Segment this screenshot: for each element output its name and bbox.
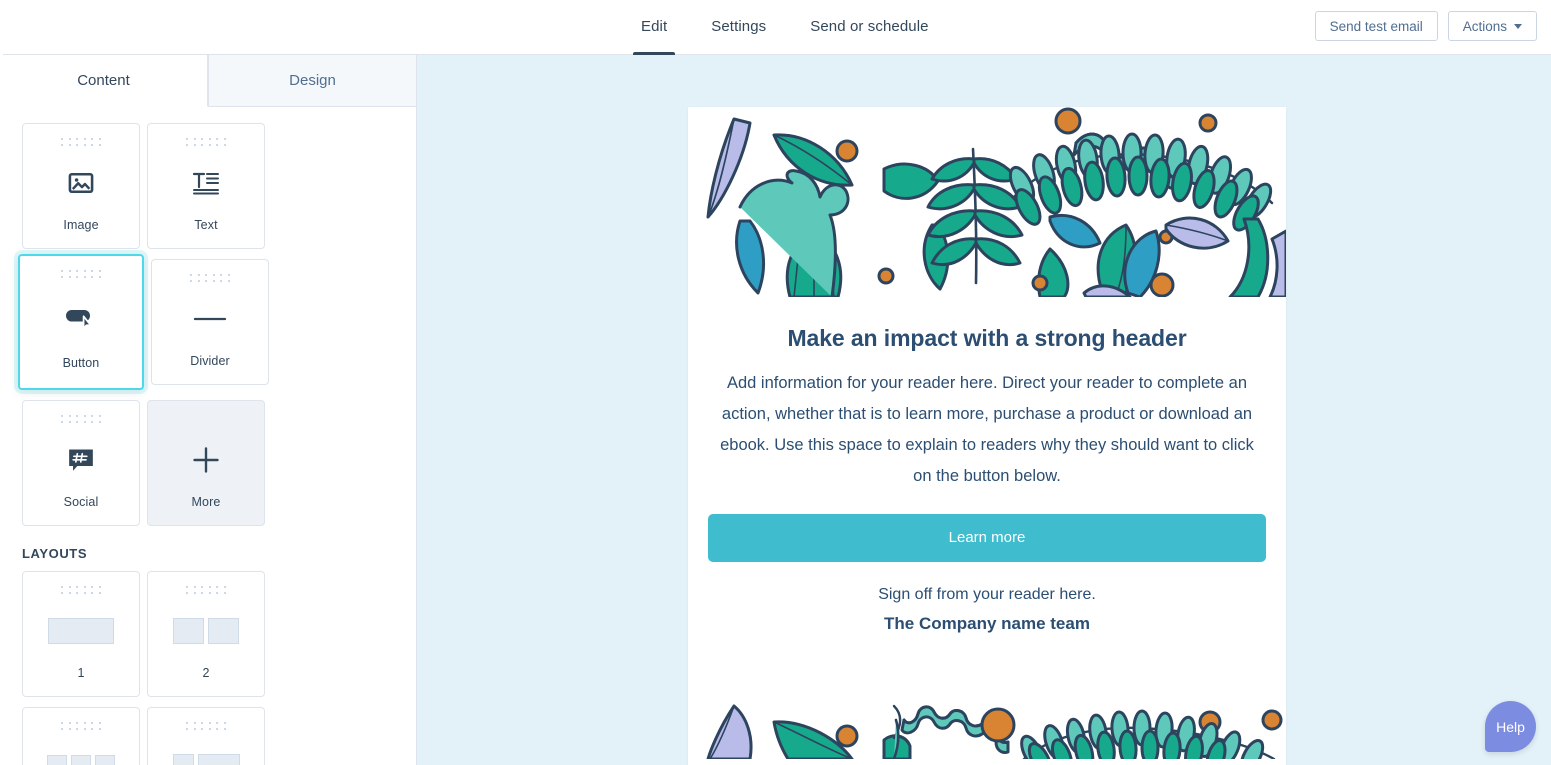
module-card-more-label: More (191, 495, 221, 509)
drag-handle-icon[interactable] (184, 136, 228, 147)
email-document: Make an impact with a strong header Add … (688, 107, 1286, 765)
layout-card-2[interactable]: 2 (147, 571, 265, 697)
module-card-social[interactable]: Social (22, 400, 140, 526)
email-body: Make an impact with a strong header Add … (688, 297, 1286, 664)
drag-handle-icon[interactable] (184, 720, 228, 731)
help-button-label: Help (1496, 718, 1525, 735)
module-card-divider-label: Divider (190, 354, 230, 368)
botanical-art-bottom (706, 704, 1283, 759)
sidebar-body: Image Text Button Divider Social More LA… (0, 107, 416, 765)
layout-column (208, 617, 239, 644)
top-bar-actions: Send test email Actions (1314, 11, 1537, 41)
hero-illustration (688, 107, 1286, 297)
module-card-image-label: Image (63, 218, 99, 232)
send-test-email-button[interactable]: Send test email (1314, 11, 1438, 41)
sidebar-tab-design[interactable]: Design (208, 55, 416, 107)
drag-handle-icon[interactable] (59, 584, 103, 595)
layout-column (48, 617, 114, 644)
drag-handle-icon[interactable] (59, 136, 103, 147)
layout-card-grid: 1 2 (22, 571, 394, 765)
email-paragraph[interactable]: Add information for your reader here. Di… (708, 368, 1266, 492)
email-heading[interactable]: Make an impact with a strong header (708, 325, 1266, 352)
footer-illustration (688, 664, 1286, 759)
button-icon (64, 279, 98, 356)
send-test-email-label: Send test email (1329, 18, 1423, 34)
drag-handle-icon[interactable] (184, 584, 228, 595)
learn-more-cta-button[interactable]: Learn more (708, 514, 1266, 562)
layout-card-3[interactable]: 3 (22, 707, 140, 765)
actions-label: Actions (1462, 18, 1507, 34)
chevron-down-icon (1514, 23, 1522, 29)
drag-handle-icon[interactable] (59, 413, 103, 424)
tab-send-or-schedule-label: Send or schedule (810, 18, 929, 35)
drag-handle-icon[interactable] (59, 268, 103, 279)
layout-column (173, 617, 204, 644)
plus-icon (191, 424, 221, 495)
sidebar-tab-content[interactable]: Content (0, 55, 208, 107)
layout-column (197, 753, 240, 765)
tab-settings-label: Settings (711, 18, 767, 35)
tab-send-or-schedule[interactable]: Send or schedule (788, 0, 950, 55)
help-button[interactable]: Help (1485, 701, 1536, 752)
drag-handle-icon[interactable] (188, 272, 232, 283)
email-signoff[interactable]: Sign off from your reader here. (708, 586, 1266, 604)
actions-button[interactable]: Actions (1447, 11, 1537, 41)
layouts-heading: LAYOUTS (22, 546, 88, 561)
left-edge-rail (0, 0, 3, 765)
module-card-more[interactable]: More (147, 400, 265, 526)
layout-preview (47, 731, 115, 765)
layout-column (95, 754, 115, 765)
module-card-grid: Image Text Button Divider Social More (18, 123, 394, 536)
social-icon (67, 424, 95, 495)
text-icon (191, 147, 221, 218)
layout-card-1-label: 1 (77, 666, 85, 680)
email-preview-canvas: Make an impact with a strong header Add … (417, 55, 1551, 765)
tab-settings[interactable]: Settings (689, 0, 788, 55)
divider-icon (193, 283, 227, 354)
module-card-social-label: Social (63, 495, 99, 509)
layout-preview (172, 731, 240, 765)
drag-handle-icon[interactable] (59, 720, 103, 731)
layout-preview (173, 595, 239, 666)
tab-edit-label: Edit (641, 18, 668, 35)
layout-column (47, 754, 67, 765)
top-nav-tabs: Edit Settings Send or schedule (619, 0, 951, 55)
sidebar-tab-design-label: Design (289, 72, 336, 89)
email-signature[interactable]: The Company name team (708, 614, 1266, 664)
layout-column (71, 754, 91, 765)
sidebar-tabs: Content Design (0, 55, 416, 107)
botanical-art-top (706, 107, 1286, 297)
module-card-text-label: Text (194, 218, 218, 232)
module-card-button[interactable]: Button (18, 254, 144, 390)
top-bar: Edit Settings Send or schedule Send test… (0, 0, 1551, 55)
editor-sidebar: Content Design Image Text Button Divider… (0, 55, 417, 765)
layout-column (172, 753, 194, 765)
image-icon (67, 147, 95, 218)
layout-preview (48, 595, 114, 666)
tab-edit[interactable]: Edit (619, 0, 689, 55)
sidebar-tab-content-label: Content (77, 72, 130, 89)
email-editor-app: Edit Settings Send or schedule Send test… (0, 0, 1551, 765)
module-card-image[interactable]: Image (22, 123, 140, 249)
module-card-text[interactable]: Text (147, 123, 265, 249)
layout-card-1-3-2-3[interactable]: 1/3 : 2/3 (147, 707, 265, 765)
layout-card-1[interactable]: 1 (22, 571, 140, 697)
module-card-button-label: Button (62, 356, 100, 370)
module-card-divider[interactable]: Divider (151, 259, 269, 385)
layout-card-2-label: 2 (202, 666, 210, 680)
